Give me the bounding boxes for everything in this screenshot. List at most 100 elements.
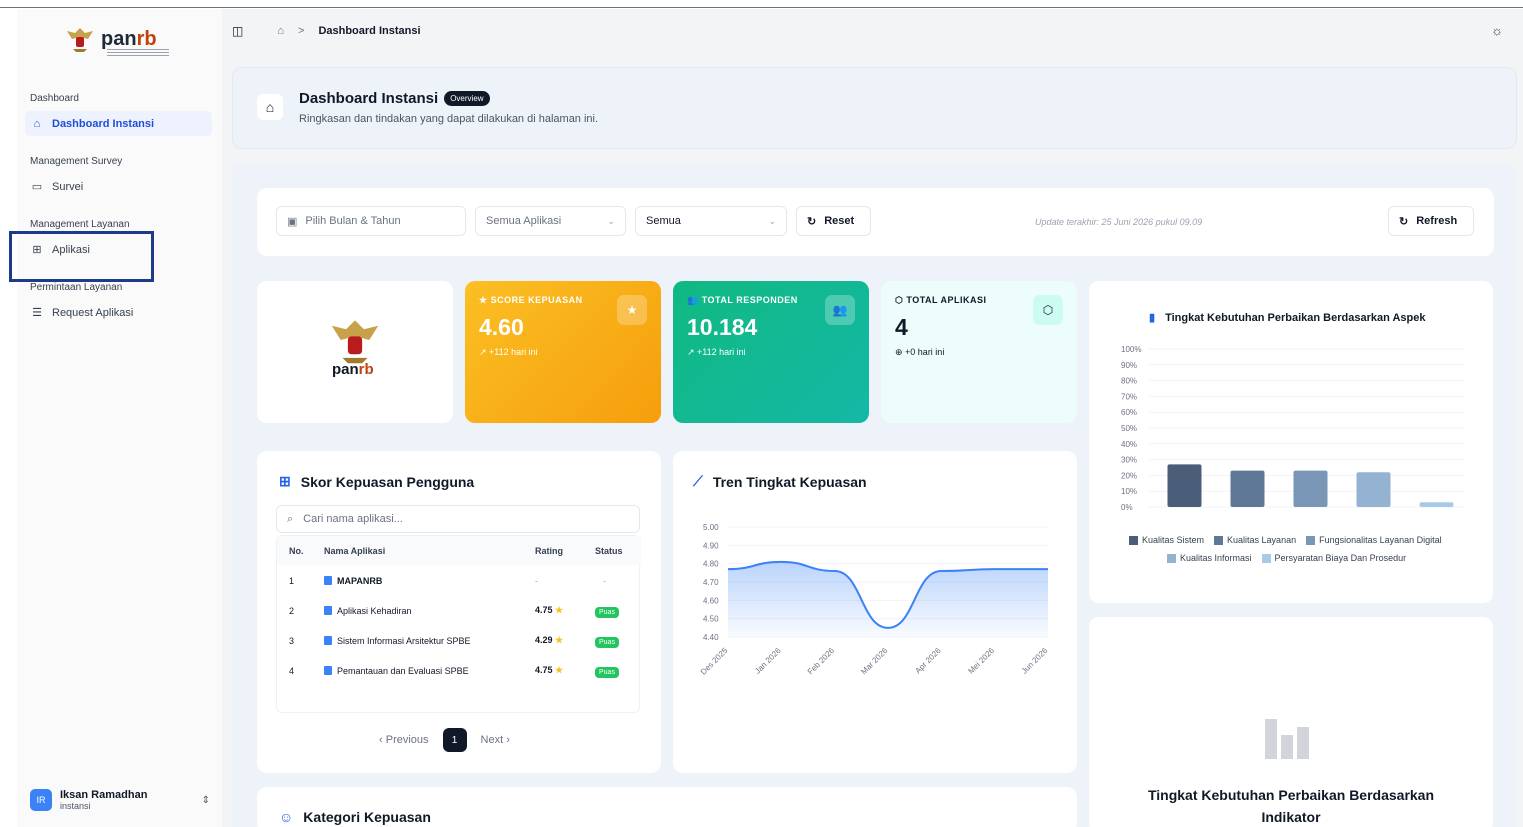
refresh-button[interactable]: ↻ Refresh (1388, 206, 1474, 236)
main-area: ◫ ⌂ > Dashboard Instansi ☼ ⌂ Dashboard I… (222, 9, 1523, 827)
theme-toggle-icon[interactable]: ☼ (1491, 23, 1503, 38)
legend-item: Kualitas Layanan (1214, 535, 1296, 545)
app-select[interactable]: Semua Aplikasi ⌄ (475, 206, 626, 236)
sidebar-toggle-icon[interactable]: ◫ (232, 24, 243, 38)
y-tick-label: 4.90 (703, 541, 719, 550)
page-subtitle: Ringkasan dan tindakan yang dapat dilaku… (299, 113, 599, 125)
chevron-updown-icon: ⇕ (201, 794, 210, 806)
legend-item: Fungsionalitas Layanan Digital (1306, 535, 1442, 545)
next-button[interactable]: Next › (481, 734, 510, 746)
table-icon: ⊞ (279, 473, 291, 489)
status-badge: Puas (595, 606, 619, 618)
top-header: ◫ ⌂ > Dashboard Instansi (222, 9, 1523, 53)
row-no: 3 (289, 635, 295, 646)
skor-table: No. Nama Aplikasi Rating Status 1 MAPANR… (276, 535, 641, 713)
avatar: IR (30, 789, 52, 811)
month-year-placeholder: Pilih Bulan & Tahun (305, 215, 401, 227)
x-tick-label: Feb 2026 (806, 646, 837, 677)
table-row[interactable]: 4 Pemantauan dan Evaluasi SPBE 4.75 ★ Pu… (277, 656, 641, 685)
institution-logo-text: panrb (332, 361, 374, 378)
app-select-value: Semua Aplikasi (486, 215, 562, 227)
stat-value: 4 (895, 314, 908, 340)
table-row[interactable]: 1 MAPANRB - - (277, 566, 641, 595)
home-icon: ⌂ (33, 117, 41, 130)
bar-3 (1293, 470, 1328, 507)
list-icon: ☰ (32, 307, 42, 319)
status-select-value: Semua (646, 215, 681, 227)
page-1-button[interactable]: 1 (442, 728, 467, 752)
row-no: 4 (289, 665, 295, 676)
section-label-dashboard: Dashboard (30, 93, 79, 104)
row-status: Puas (595, 636, 619, 648)
smile-icon: ☺ (279, 809, 294, 825)
refresh-icon: ↻ (1399, 215, 1409, 228)
logo-subtitle (107, 49, 169, 57)
row-rating: 4.75 ★ (535, 605, 564, 615)
y-tick-label: 5.00 (703, 523, 719, 532)
y-tick-label: 4.70 (703, 578, 719, 587)
table-row[interactable]: 3 Sistem Informasi Arsitektur SPBE 4.29 … (277, 626, 641, 655)
skor-kepuasan-card: ⊞ Skor Kepuasan Pengguna ⌕ Cari nama apl… (257, 451, 661, 773)
row-no: 2 (289, 605, 295, 616)
sidebar-item-label: Survei (52, 180, 84, 193)
pagination: ‹ Previous 1 Next › (379, 728, 510, 752)
y-tick-label: 90% (1121, 361, 1137, 370)
refresh-label: Refresh (1416, 215, 1458, 227)
bar-2 (1230, 470, 1265, 507)
y-tick-label: 30% (1121, 456, 1137, 465)
col-rating: Rating (535, 545, 563, 556)
row-name: Pemantauan dan Evaluasi SPBE (324, 666, 469, 676)
indikator-title: Tingkat Kebutuhan Perbaikan Berdasarkan … (1147, 787, 1435, 825)
file-icon (324, 636, 332, 645)
file-icon (324, 666, 332, 675)
row-status: Puas (595, 606, 619, 618)
legend-item: Kualitas Informasi (1167, 553, 1252, 563)
x-tick-label: Des 2025 (699, 646, 730, 677)
dashboard-content: ▣ Pilih Bulan & Tahun Semua Aplikasi ⌄ S… (232, 163, 1517, 827)
breadcrumb-home-icon[interactable]: ⌂ (277, 25, 284, 37)
x-tick-label: Mar 2026 (859, 646, 890, 677)
stat-delta: ⊕ +0 hari ini (895, 347, 945, 357)
window-top-border (0, 0, 1523, 8)
bar-5 (1419, 502, 1454, 507)
sidebar: panrb Dashboard ⌂ Dashboard Instansi Man… (9, 9, 222, 827)
row-name: MAPANRB (324, 576, 382, 586)
aspek-chart-card: ▮ Tingkat Kebutuhan Perbaikan Berdasarka… (1089, 281, 1493, 603)
page-title: Dashboard Instansi Overview (299, 90, 490, 107)
user-menu[interactable]: IR Iksan Ramadhan instansi ⇕ (30, 789, 210, 811)
bar-4 (1356, 472, 1391, 507)
y-tick-label: 4.60 (703, 596, 719, 605)
table-row[interactable]: 2 Aplikasi Kehadiran 4.75 ★ Puas (277, 596, 641, 625)
status-select[interactable]: Semua ⌄ (635, 206, 787, 236)
kategori-kepuasan-title: ☺ Kategori Kepuasan (279, 809, 431, 825)
bar-1 (1167, 464, 1202, 507)
stat-label: 👥 TOTAL RESPONDEN (687, 295, 798, 305)
status-badge: Puas (595, 636, 619, 648)
user-role: instansi (60, 801, 91, 811)
sidebar-item-request-aplikasi[interactable]: ☰ Request Aplikasi (25, 300, 212, 325)
sidebar-item-dashboard-instansi[interactable]: ⌂ Dashboard Instansi (25, 111, 212, 136)
users-icon: 👥 (825, 295, 855, 325)
reset-button[interactable]: ↻ Reset (796, 206, 871, 236)
month-year-picker[interactable]: ▣ Pilih Bulan & Tahun (276, 206, 466, 236)
x-tick-label: Jan 2026 (753, 646, 783, 676)
refresh-icon: ↻ (807, 215, 817, 228)
stat-label: ★ SCORE KEPUASAN (479, 295, 583, 305)
section-label-management-layanan: Management Layanan (30, 219, 130, 230)
previous-button[interactable]: ‹ Previous (379, 734, 429, 746)
package-icon: ⬡ (1033, 295, 1063, 325)
sidebar-item-survei[interactable]: ▭ Survei (25, 174, 212, 199)
chevron-down-icon: ⌄ (768, 215, 776, 226)
row-name: Aplikasi Kehadiran (324, 606, 412, 616)
logo-text: panrb (101, 27, 157, 50)
garuda-emblem-icon (67, 28, 93, 52)
sidebar-item-label: Dashboard Instansi (52, 117, 155, 130)
legend-item: Kualitas Sistem (1129, 535, 1204, 545)
y-tick-label: 100% (1121, 345, 1141, 354)
page-header-card: ⌂ Dashboard Instansi Overview Ringkasan … (232, 67, 1517, 149)
row-rating: - (535, 575, 538, 586)
search-input[interactable]: ⌕ Cari nama aplikasi... (276, 505, 640, 533)
home-icon: ⌂ (257, 94, 283, 120)
garuda-emblem-icon (331, 320, 379, 364)
aspek-legend-row2: Kualitas Informasi Persyaratan Biaya Dan… (1167, 553, 1406, 563)
